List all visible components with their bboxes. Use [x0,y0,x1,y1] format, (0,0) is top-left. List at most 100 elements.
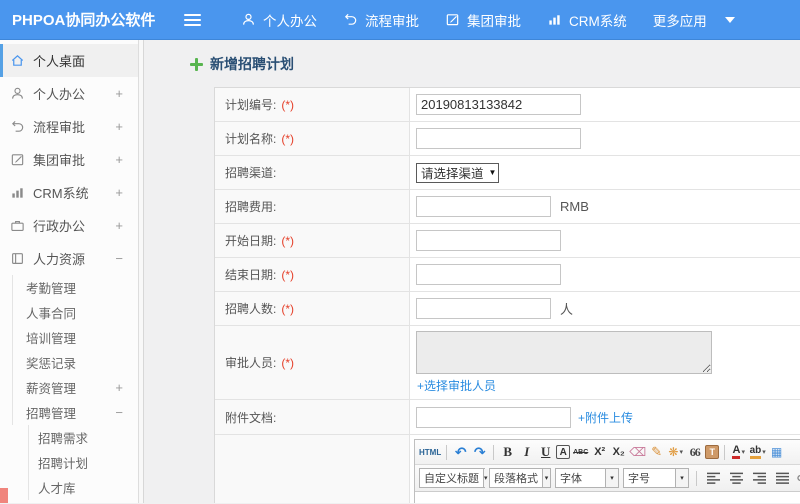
cost-input[interactable] [416,196,551,217]
caret-down-icon: ▾ [741,449,745,456]
sidebar-item-hr-contracts[interactable]: 人事合同 [12,300,138,325]
editor-content-area[interactable] [415,492,800,503]
sidebar-item-admin-office[interactable]: 行政办公 + [0,209,138,242]
font-family-select[interactable]: 字体 ▾ [555,468,619,488]
sidebar-item-process-approval[interactable]: 流程审批 + [0,110,138,143]
end-date-input[interactable] [416,264,561,285]
align-justify-icon[interactable] [773,469,792,487]
sidebar-item-recruitment-mgmt[interactable]: 招聘管理 − [12,400,138,425]
undo-icon[interactable]: ↶ [452,443,469,461]
plan-number-input[interactable] [416,94,581,115]
menu-toggle-button[interactable] [184,13,204,26]
form-row-end-date: 结束日期: (*) [215,258,800,292]
caret-down-icon: ▾ [605,469,618,487]
html-source-button[interactable]: HTML [419,443,441,461]
strikethrough-button[interactable]: ABC [572,443,589,461]
sidebar-item-salary[interactable]: 薪资管理 + [12,375,138,400]
caret-down-icon: ▾ [542,469,550,487]
chart-icon [547,12,562,27]
sidebar-item-training[interactable]: 培训管理 [12,325,138,350]
required-marker: (*) [281,97,295,112]
link-icon[interactable] [796,469,800,487]
custom-title-select[interactable]: 自定义标题 ▾ [419,468,488,488]
sidebar-item-talent-pool[interactable]: 人才库 [28,475,138,500]
sidebar-item-crm-system[interactable]: CRM系统 + [0,176,138,209]
toolbar-separator [724,444,726,460]
expand-icon[interactable]: + [115,119,123,134]
approvers-textarea[interactable] [416,331,712,374]
channel-select[interactable]: 请选择渠道 ▼ [416,162,500,183]
bold-button[interactable]: B [499,443,516,461]
align-right-icon[interactable] [750,469,769,487]
page-title-row: 新增招聘计划 [190,54,800,74]
main-content: 新增招聘计划 计划编号: (*) 计划名称: (*) [144,40,800,503]
form-row-channel: 招聘渠道: 请选择渠道 ▼ [215,156,800,190]
form-row-attachment: 附件文档: +附件上传 [215,400,800,435]
font-size-select[interactable]: 字号 ▾ [623,468,689,488]
briefcase-icon [10,218,25,233]
nav-personal-office[interactable]: 个人办公 [228,10,330,30]
field-label: 招聘渠道: [225,166,277,180]
sidebar: 个人桌面 个人办公 + 流程审批 + 集团审批 + CRM系统 + 行政办公 + [0,40,139,503]
highlight-color-button[interactable]: ab ▾ [749,443,766,461]
nav-process-approval[interactable]: 流程审批 [330,10,432,30]
autotypeset-icon[interactable]: ❋ ▾ [667,443,684,461]
editor-toolbar-row2: 自定义标题 ▾ 段落格式 ▾ 字体 ▾ 字号 ▾ [415,465,800,492]
sidebar-item-personal-desktop[interactable]: 个人桌面 [0,44,138,77]
plus-icon [190,57,203,71]
expand-icon[interactable]: + [115,218,123,233]
attachment-input[interactable] [416,406,571,428]
required-marker: (*) [281,355,295,370]
collapse-icon[interactable]: − [115,405,123,420]
caret-down-icon: ▾ [762,449,766,456]
format-brush-icon[interactable]: ✎ [648,443,665,461]
sidebar-item-attendance[interactable]: 考勤管理 [12,275,138,300]
insert-media-icon[interactable]: ▦ [768,443,785,461]
sidebar-item-personal-office[interactable]: 个人办公 + [0,77,138,110]
sidebar-item-human-resources[interactable]: 人力资源 − [0,242,138,275]
nav-group-approval[interactable]: 集团审批 [432,10,534,30]
form-row-approvers: 审批人员: (*) +选择审批人员 [215,326,800,400]
sidebar-item-recruitment-demand[interactable]: 招聘需求 [28,425,138,450]
blockquote-button[interactable]: 66 [686,443,703,461]
chart-icon [10,185,25,200]
nav-more-apps[interactable]: 更多应用 [640,10,748,30]
eraser-icon[interactable]: ⌫ [629,443,646,461]
required-marker: (*) [281,131,295,146]
sidebar-item-group-approval[interactable]: 集团审批 + [0,143,138,176]
collapse-icon[interactable]: − [115,251,123,266]
nav-crm-system[interactable]: CRM系统 [534,10,640,30]
italic-button[interactable]: I [518,443,535,461]
field-label: 结束日期: [225,268,277,282]
process-icon [10,119,25,134]
char-border-button[interactable]: A [556,445,571,459]
attachment-upload-link[interactable]: +附件上传 [578,409,633,426]
sidebar-item-recruitment-plan[interactable]: 招聘计划 [28,450,138,475]
caret-down-icon [724,16,735,23]
expand-icon[interactable]: + [115,152,123,167]
superscript-button[interactable]: X² [591,443,608,461]
align-center-icon[interactable] [727,469,746,487]
top-nav-menu: 个人办公 流程审批 集团审批 CRM系统 更多应用 [228,10,748,30]
redo-icon[interactable]: ↷ [471,443,488,461]
caret-down-icon: ▾ [675,469,688,487]
top-navbar: PHPOA协同办公软件 个人办公 流程审批 集团审批 CRM系统 更多应用 [0,0,800,40]
headcount-input[interactable] [416,298,551,319]
paragraph-format-select[interactable]: 段落格式 ▾ [489,468,551,488]
toolbar-separator [696,470,697,486]
form-row-editor: HTML ↶ ↷ B I U A ABC X² X₂ ⌫ ✎ ❋ ▾ 66 T … [215,435,800,503]
expand-icon[interactable]: + [115,86,123,101]
sidebar-item-rewards[interactable]: 奖惩记录 [12,350,138,375]
choose-approvers-link[interactable]: +选择审批人员 [417,377,496,394]
book-icon [10,251,25,266]
paste-text-icon[interactable]: T [705,445,720,459]
font-color-button[interactable]: A ▾ [730,443,747,461]
align-left-icon[interactable] [704,469,723,487]
form-row-start-date: 开始日期: (*) [215,224,800,258]
expand-icon[interactable]: + [115,380,123,395]
underline-button[interactable]: U [537,443,554,461]
subscript-button[interactable]: X₂ [610,443,627,461]
start-date-input[interactable] [416,230,561,251]
plan-name-input[interactable] [416,128,581,149]
expand-icon[interactable]: + [115,185,123,200]
